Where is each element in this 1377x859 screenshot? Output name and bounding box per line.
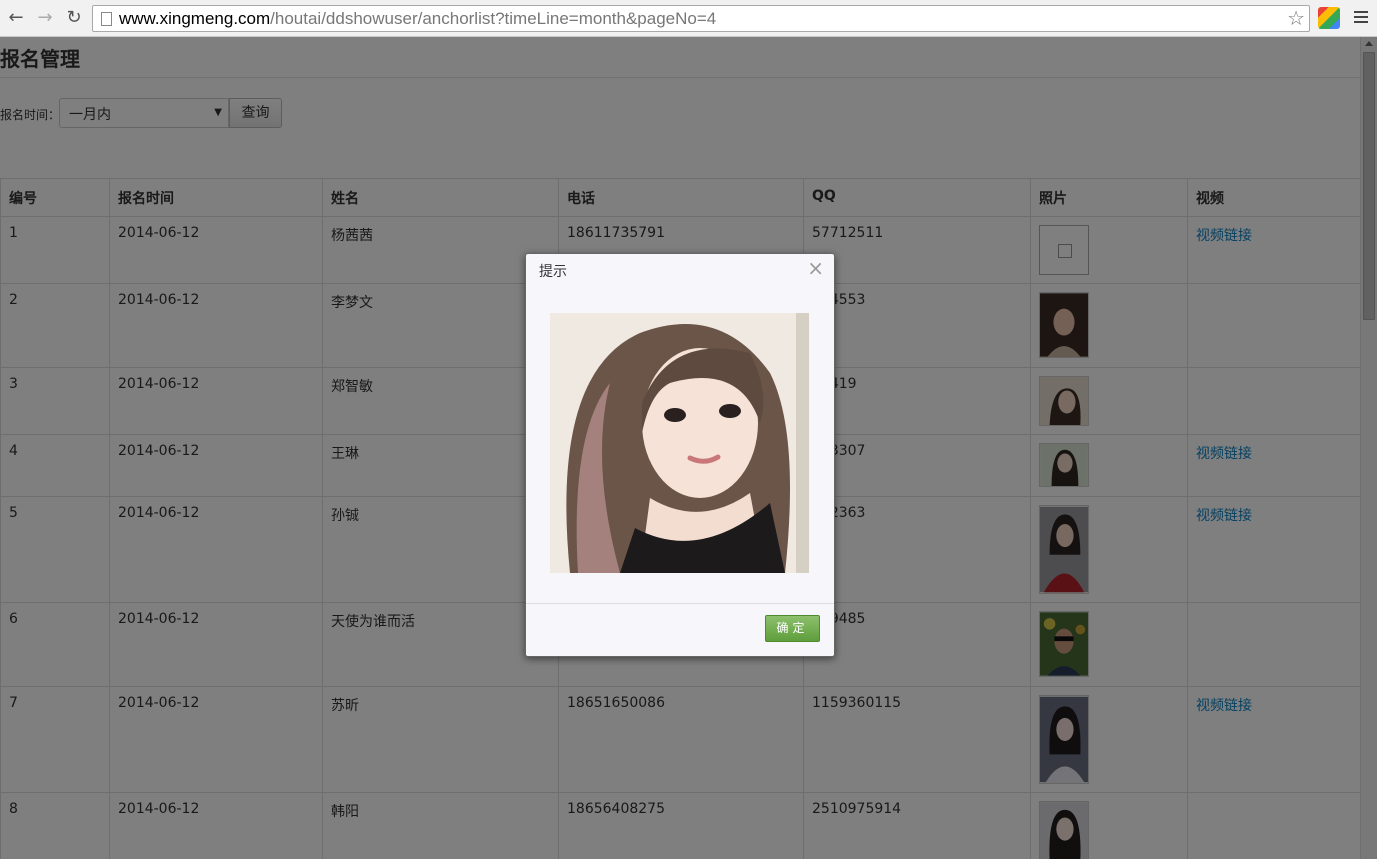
prompt-dialog: 提示 × 确定 <box>525 253 835 657</box>
confirm-button[interactable]: 确定 <box>765 615 820 642</box>
reload-icon[interactable]: ↻ <box>64 8 84 28</box>
browser-toolbar: ← → ↻ www.xingmeng.com/houtai/ddshowuser… <box>0 0 1377 37</box>
url-path: /houtai/ddshowuser/anchorlist?timeLine=m… <box>270 9 717 28</box>
url-host: www.xingmeng.com <box>119 9 271 28</box>
enlarged-photo <box>550 313 809 573</box>
forward-arrow-icon[interactable]: → <box>35 8 55 28</box>
back-arrow-icon[interactable]: ← <box>6 8 26 28</box>
page-icon <box>101 12 112 26</box>
enlarged-photo-image <box>550 313 809 573</box>
menu-icon[interactable] <box>1354 11 1368 25</box>
dialog-title: 提示 <box>539 264 567 280</box>
address-bar[interactable]: www.xingmeng.com/houtai/ddshowuser/ancho… <box>92 5 1310 32</box>
bookmark-star-icon[interactable]: ☆ <box>1287 6 1305 30</box>
close-icon[interactable]: × <box>807 256 824 280</box>
extension-icon[interactable] <box>1318 7 1340 29</box>
dialog-divider <box>526 603 834 604</box>
url-text[interactable]: www.xingmeng.com/houtai/ddshowuser/ancho… <box>119 9 716 29</box>
